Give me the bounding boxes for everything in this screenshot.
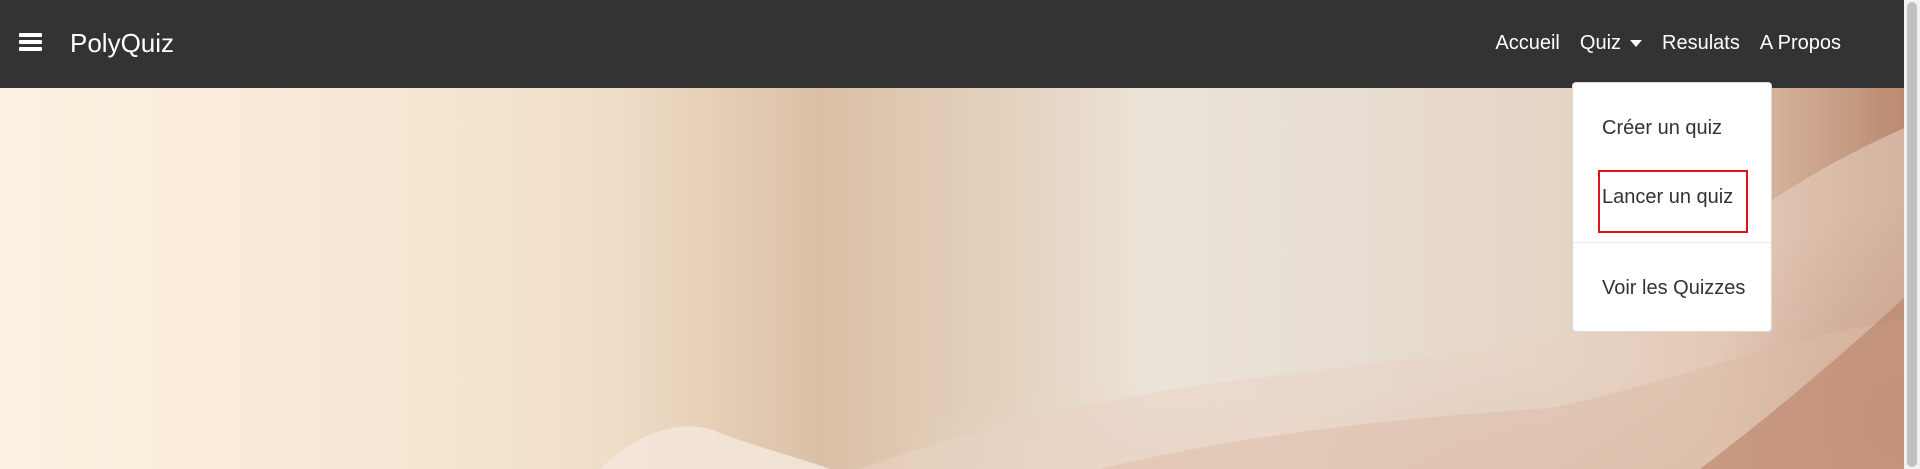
dropdown-item-creer-un-quiz[interactable]: Créer un quiz: [1602, 115, 1722, 141]
brand-logo-text[interactable]: PolyQuiz: [70, 28, 174, 58]
page: PolyQuiz Accueil Quiz Resulats A Propos: [0, 0, 1920, 469]
hamburger-menu-icon[interactable]: [19, 33, 42, 52]
main-nav: Accueil Quiz Resulats A Propos: [1475, 30, 1841, 56]
nav-link-label: A Propos: [1759, 32, 1841, 54]
caret-down-icon: [1630, 39, 1643, 47]
nav-link-label: Accueil: [1495, 32, 1560, 54]
vertical-scrollbar[interactable]: [1904, 0, 1920, 469]
nav-link-label: Resulats: [1662, 32, 1740, 54]
scrollbar-thumb[interactable]: [1907, 2, 1917, 467]
nav-link-accueil[interactable]: Accueil: [1495, 30, 1559, 56]
quiz-dropdown-menu: Créer un quiz Lancer un quiz Voir les Qu…: [1572, 82, 1772, 332]
nav-link-a-propos[interactable]: A Propos: [1760, 30, 1841, 56]
nav-link-quiz-dropdown-toggle[interactable]: Quiz: [1579, 30, 1643, 56]
top-navbar: PolyQuiz Accueil Quiz Resulats A Propos: [0, 0, 1904, 88]
dropdown-divider: [1573, 242, 1771, 243]
nav-link-resulats[interactable]: Resulats: [1662, 30, 1740, 56]
nav-link-label: Quiz: [1579, 32, 1622, 54]
dropdown-item-voir-les-quizzes[interactable]: Voir les Quizzes: [1602, 275, 1745, 301]
dropdown-item-lancer-un-quiz[interactable]: Lancer un quiz: [1602, 184, 1733, 210]
